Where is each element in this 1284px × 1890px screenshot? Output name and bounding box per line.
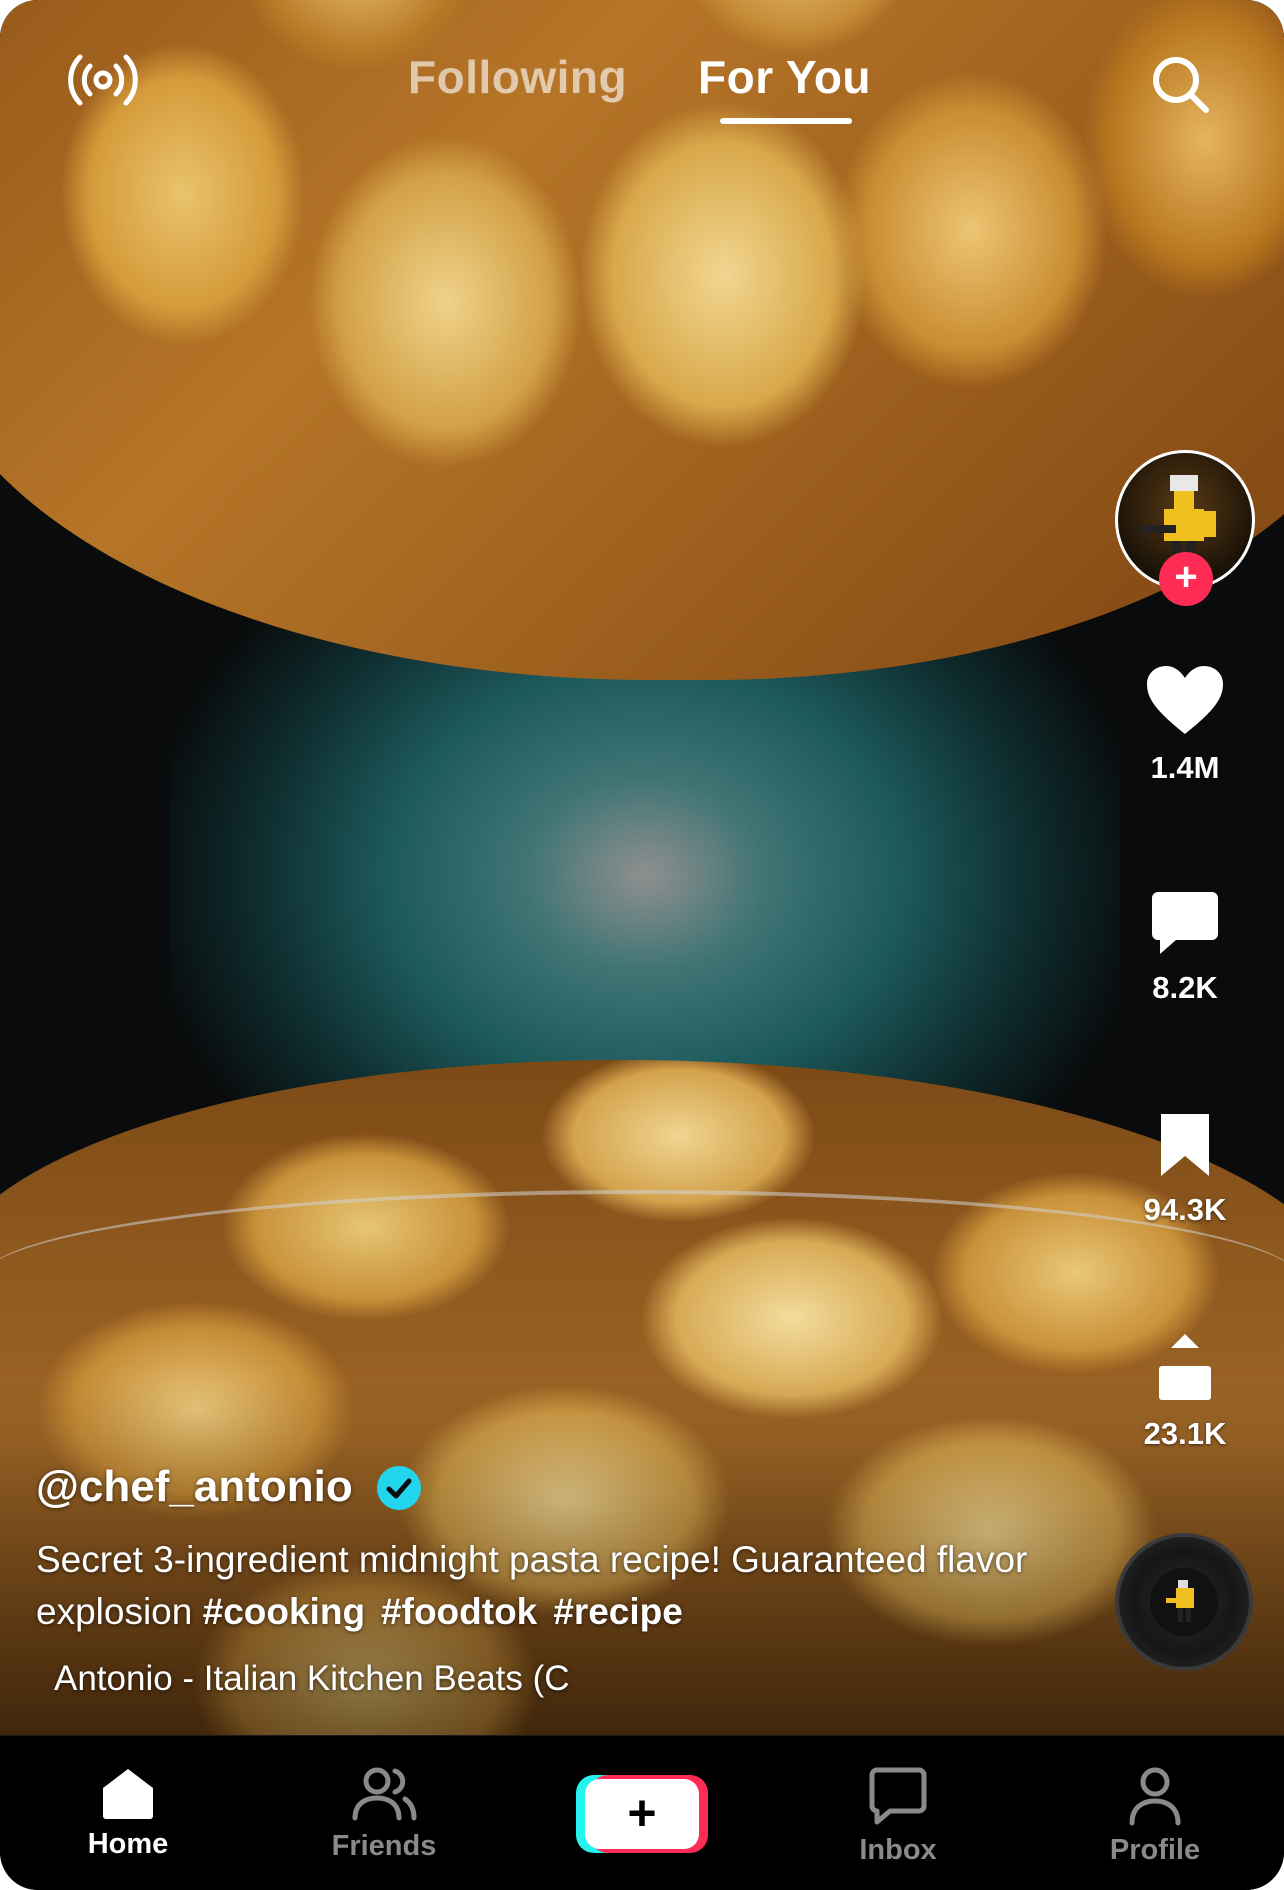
live-broadcast-icon[interactable]: [68, 52, 138, 108]
comment-button[interactable]: 8.2K: [1130, 890, 1240, 1006]
profile-icon: [1129, 1767, 1181, 1826]
tab-following[interactable]: Following: [408, 50, 627, 104]
nav-profile-label: Profile: [1109, 1834, 1201, 1866]
nav-friends[interactable]: Friends: [304, 1766, 464, 1863]
nav-inbox[interactable]: Inbox: [818, 1766, 978, 1867]
share-icon: [1159, 1334, 1211, 1400]
heart-icon: [1147, 666, 1223, 734]
follow-button[interactable]: +: [1159, 552, 1213, 606]
create-button[interactable]: +: [576, 1775, 708, 1853]
music-disc-avatar: [1150, 1568, 1218, 1636]
video-caption: Secret 3-ingredient midnight pasta recip…: [36, 1534, 1086, 1638]
creator-username[interactable]: @chef_antonio: [36, 1462, 353, 1512]
like-count: 1.4M: [1150, 750, 1220, 785]
share-button[interactable]: 23.1K: [1130, 1332, 1240, 1452]
food-image-top: [0, 0, 1284, 680]
nav-home[interactable]: Home: [48, 1766, 208, 1861]
nav-home-label: Home: [87, 1828, 169, 1860]
nav-profile[interactable]: Profile: [1075, 1766, 1235, 1867]
friends-icon: [352, 1767, 417, 1821]
home-icon: [103, 1769, 153, 1819]
comment-count: 8.2K: [1152, 970, 1218, 1005]
comment-icon: [1152, 892, 1218, 954]
save-button[interactable]: 94.3K: [1130, 1112, 1240, 1228]
nav-friends-label: Friends: [331, 1830, 437, 1862]
creator-avatar-button[interactable]: +: [1115, 450, 1255, 606]
phone-screen: Following For You + 1.4M 8.2K 94.3K 23.1…: [0, 0, 1284, 1890]
share-count: 23.1K: [1143, 1416, 1227, 1451]
like-button[interactable]: 1.4M: [1130, 664, 1240, 786]
hashtag-foodtok[interactable]: #foodtok: [381, 1591, 537, 1632]
nav-inbox-label: Inbox: [859, 1834, 937, 1866]
active-tab-indicator: [720, 118, 852, 124]
sound-title[interactable]: Antonio - Italian Kitchen Beats (C: [54, 1655, 577, 1703]
search-icon[interactable]: [1150, 54, 1212, 116]
inbox-icon: [869, 1767, 927, 1825]
save-count: 94.3K: [1143, 1192, 1227, 1227]
hashtag-recipe[interactable]: #recipe: [553, 1591, 683, 1632]
hashtag-cooking[interactable]: #cooking: [203, 1591, 365, 1632]
tab-for-you[interactable]: For You: [698, 50, 871, 104]
verified-badge-icon: [377, 1466, 421, 1510]
create-plus-icon: +: [585, 1779, 699, 1849]
music-disc-button[interactable]: [1115, 1533, 1253, 1671]
bookmark-icon: [1161, 1114, 1209, 1176]
